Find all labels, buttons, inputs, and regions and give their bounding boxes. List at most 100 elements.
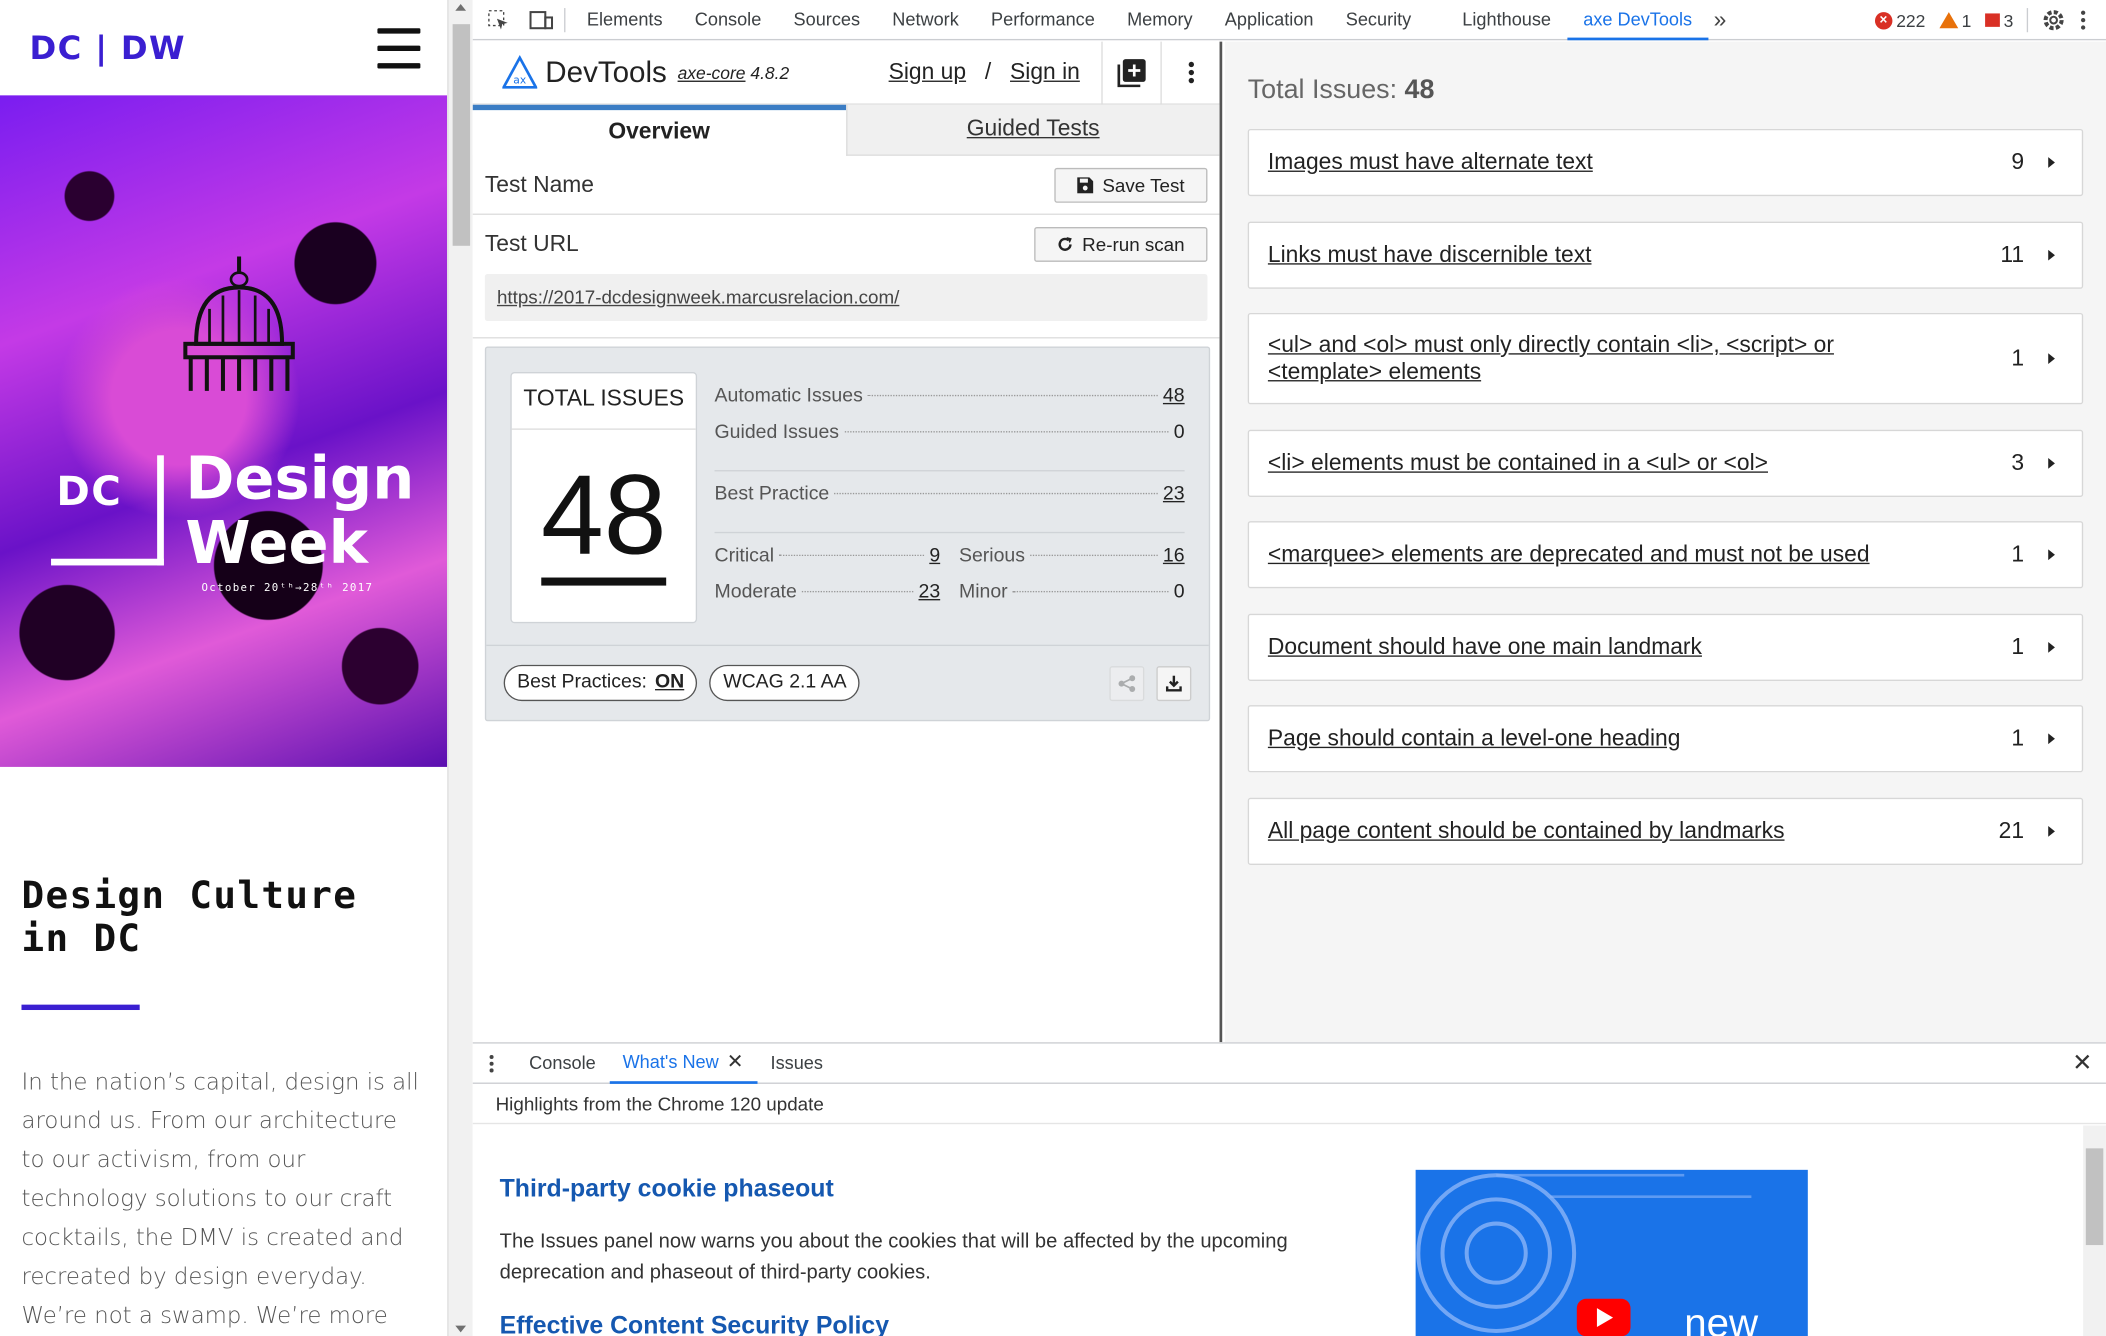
capitol-dome-illustration [183, 256, 295, 391]
tab-application[interactable]: Application [1209, 0, 1330, 40]
issue-item[interactable]: Page should contain a level-one heading 1 [1247, 705, 2084, 773]
wcag-level-selector[interactable]: WCAG 2.1 AA [709, 664, 861, 702]
more-tabs-icon[interactable]: » [1714, 6, 1727, 33]
whats-new-heading[interactable]: Effective Content Security Policy [500, 1311, 889, 1336]
rerun-scan-button[interactable]: Re-run scan [1033, 226, 1208, 262]
tab-console[interactable]: Console [679, 0, 778, 40]
site-content: Design Culture in DC In the nation’s cap… [0, 767, 447, 1336]
scroll-up-icon[interactable] [455, 4, 467, 11]
issues-count[interactable]: 3 [1984, 10, 2013, 30]
whats-new-heading[interactable]: Third-party cookie phaseout [500, 1174, 834, 1204]
page-scrollbar[interactable] [447, 0, 473, 1336]
axe-header: ax DevTools axe-core 4.8.2 Sign up / Sig… [472, 40, 1220, 105]
site-logo[interactable]: DC | DW [30, 29, 186, 67]
drawer-tab-issues[interactable]: Issues [757, 1043, 836, 1083]
moderate-row: Moderate 23 [714, 581, 941, 604]
issue-item[interactable]: <ul> and <ol> must only directly contain… [1247, 312, 2084, 405]
best-practice-row: Best Practice 23 [714, 483, 1185, 506]
tab-axe-devtools[interactable]: axe DevTools [1567, 0, 1709, 40]
export-button[interactable] [1156, 665, 1192, 701]
whats-new-subtitle: Highlights from the Chrome 120 update [472, 1084, 2106, 1125]
svg-text:new: new [1684, 1300, 1759, 1336]
issue-item[interactable]: Images must have alternate text 9 [1247, 128, 2084, 197]
drawer-tabbar: Console What's New ✕ Issues ✕ [472, 1042, 2106, 1084]
tab-performance[interactable]: Performance [975, 0, 1111, 40]
critical-link[interactable]: 9 [929, 545, 940, 566]
close-drawer-icon[interactable]: ✕ [2072, 1049, 2092, 1077]
tab-security[interactable]: Security [1330, 0, 1428, 40]
serious-row: Serious 16 [958, 545, 1185, 567]
issue-stats: Automatic Issues 48 Guided Issues 0 Best P… [714, 385, 1185, 617]
scroll-down-icon[interactable] [455, 1325, 467, 1333]
axe-menu-button[interactable] [1160, 40, 1219, 105]
issue-item[interactable]: <li> elements must be contained in a <ul… [1247, 429, 2084, 497]
issue-item[interactable]: Links must have discernible text 11 [1247, 221, 2084, 289]
refresh-icon [1058, 237, 1072, 251]
caret-right-icon [2048, 157, 2055, 168]
moderate-link[interactable]: 23 [918, 582, 940, 603]
whats-new-video-thumbnail[interactable]: new [1415, 1169, 1808, 1336]
hamburger-menu-icon[interactable] [377, 27, 421, 68]
tab-sources[interactable]: Sources [777, 0, 876, 40]
minor-row: Minor 0 [958, 581, 1185, 604]
whats-new-description: The Issues panel now warns you about the… [499, 1230, 1288, 1285]
best-practices-toggle[interactable]: Best Practices: ON [503, 664, 698, 702]
error-icon: × [1874, 11, 1893, 29]
automatic-issues-link[interactable]: 48 [1163, 385, 1185, 406]
caret-right-icon [2048, 733, 2055, 745]
axe-tabs: Overview Guided Tests [472, 104, 1220, 156]
axe-core-version[interactable]: axe-core 4.8.2 [678, 62, 790, 82]
chrome-logo-graphic: new [1416, 1173, 1759, 1336]
website-viewport: DC | DW DC Design Week October 20ᵗʰ→28ᵗʰ … [0, 0, 448, 1336]
drawer-scrollbar[interactable] [2083, 1125, 2106, 1336]
tab-overview[interactable]: Overview [472, 104, 846, 156]
issue-item[interactable]: <marquee> elements are deprecated and mu… [1247, 521, 2084, 589]
new-test-button[interactable] [1101, 40, 1160, 105]
test-name-row: Test Name Save Test [472, 156, 1220, 215]
total-issues-number[interactable]: 48 [512, 451, 696, 586]
device-toolbar-icon[interactable] [529, 9, 554, 30]
gear-icon[interactable] [2042, 8, 2066, 32]
scrollbar-thumb[interactable] [2085, 1148, 2104, 1246]
serious-link[interactable]: 16 [1163, 545, 1185, 566]
save-icon [1076, 176, 1093, 193]
caret-right-icon [2048, 457, 2055, 469]
svg-text:ax: ax [513, 73, 526, 86]
test-url-label: Test URL [484, 231, 579, 257]
kebab-menu-icon [1187, 61, 1194, 84]
issue-item[interactable]: Document should have one main landmark 1 [1247, 613, 2084, 681]
best-practice-link[interactable]: 23 [1163, 484, 1185, 505]
critical-row: Critical 9 [714, 545, 941, 567]
issues-list-panel: Total Issues: 48 Images must have altern… [1224, 41, 2106, 1043]
issue-item[interactable]: All page content should be contained by … [1247, 797, 2084, 865]
scrollbar-thumb[interactable] [452, 24, 471, 246]
kebab-menu-icon[interactable] [2079, 9, 2087, 30]
summary-footer: Best Practices: ON WCAG 2.1 AA [486, 644, 1209, 720]
warning-count[interactable]: 1 [1938, 10, 1971, 30]
drawer-tab-console[interactable]: Console [516, 1043, 609, 1083]
add-box-icon [1116, 59, 1145, 88]
issues-list-title: Total Issues: 48 [1247, 75, 1435, 105]
share-button[interactable] [1109, 665, 1145, 701]
inspect-element-icon[interactable] [486, 9, 510, 30]
drawer-tab-whats-new[interactable]: What's New ✕ [609, 1042, 758, 1084]
save-test-button[interactable]: Save Test [1054, 167, 1208, 203]
devtools-window: Elements Console Sources Network Perform… [472, 0, 2106, 1336]
tab-network[interactable]: Network [876, 0, 975, 40]
axe-panel: ax DevTools axe-core 4.8.2 Sign up / Sig… [472, 40, 1223, 1043]
sign-in-link[interactable]: Sign in [1010, 59, 1080, 86]
close-tab-icon[interactable]: ✕ [727, 1042, 744, 1082]
test-name-label: Test Name [484, 171, 594, 197]
share-icon [1118, 674, 1136, 692]
drawer-menu-icon[interactable] [473, 1054, 511, 1073]
test-url-link[interactable]: https://2017-dcdesignweek.marcusrelacion… [484, 273, 1208, 322]
error-count[interactable]: × 222 [1874, 10, 1925, 30]
tab-elements[interactable]: Elements [571, 0, 679, 40]
tab-memory[interactable]: Memory [1111, 0, 1209, 40]
tab-guided-tests[interactable]: Guided Tests [845, 104, 1220, 156]
devtools-tabbar: Elements Console Sources Network Perform… [472, 0, 2106, 41]
total-issues-label: TOTAL ISSUES [511, 373, 696, 430]
sign-up-link[interactable]: Sign up [889, 59, 966, 86]
tab-lighthouse[interactable]: Lighthouse [1446, 0, 1567, 40]
axe-title: DevTools [545, 55, 667, 89]
